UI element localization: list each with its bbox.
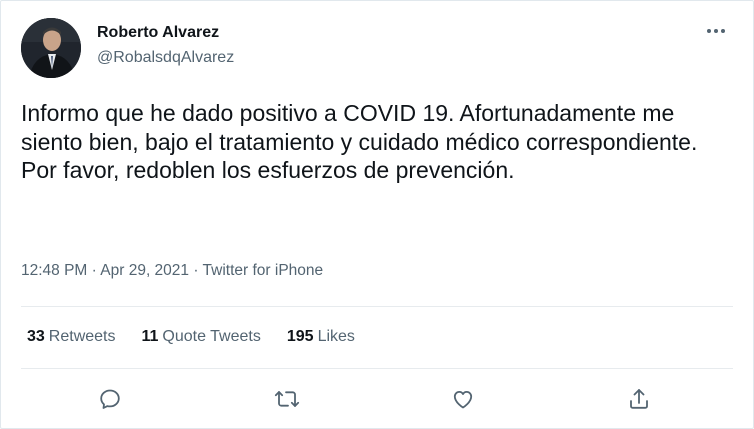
- quote-tweets-count: 11: [141, 328, 159, 345]
- avatar[interactable]: [21, 18, 81, 78]
- action-bar: [1, 381, 754, 417]
- meta-separator: ·: [189, 262, 203, 279]
- retweets-label: Retweets: [48, 328, 116, 345]
- author-handle[interactable]: @RobalsdqAlvarez: [97, 49, 234, 67]
- retweet-button[interactable]: [273, 385, 301, 413]
- reply-button[interactable]: [96, 385, 124, 413]
- more-options-button[interactable]: [701, 21, 731, 41]
- share-icon: [630, 389, 648, 409]
- tweet-date[interactable]: Apr 29, 2021: [100, 262, 189, 279]
- tweet-text: Informo que he dado positivo a COVID 19.…: [21, 100, 698, 183]
- meta-separator: ·: [87, 262, 101, 279]
- tweet-time[interactable]: 12:48 PM: [21, 262, 87, 279]
- author-name[interactable]: Roberto Alvarez: [97, 24, 219, 42]
- like-button[interactable]: [449, 385, 477, 413]
- quote-tweets-label: Quote Tweets: [162, 328, 261, 345]
- retweets-count: 33: [27, 328, 45, 345]
- likes-count: 195: [286, 328, 314, 345]
- tweet-card: Roberto Alvarez @RobalsdqAlvarez Informo…: [0, 0, 754, 429]
- likes-stat[interactable]: 195 Likes: [287, 328, 355, 346]
- share-button[interactable]: [625, 385, 653, 413]
- divider: [21, 306, 733, 307]
- heart-icon: [453, 391, 473, 409]
- divider: [21, 368, 733, 369]
- tweet-source[interactable]: Twitter for iPhone: [203, 262, 324, 279]
- reply-icon: [100, 389, 120, 409]
- avatar-photo: [21, 18, 81, 78]
- more-horizontal-icon: [707, 29, 725, 33]
- retweet-icon: [274, 391, 300, 407]
- engagement-stats: 33 Retweets 11 Quote Tweets 195 Likes: [27, 328, 381, 346]
- tweet-meta: 12:48 PM · Apr 29, 2021 · Twitter for iP…: [21, 262, 323, 280]
- quote-tweets-stat[interactable]: 11 Quote Tweets: [142, 328, 261, 346]
- likes-label: Likes: [317, 328, 355, 345]
- retweets-stat[interactable]: 33 Retweets: [27, 328, 116, 346]
